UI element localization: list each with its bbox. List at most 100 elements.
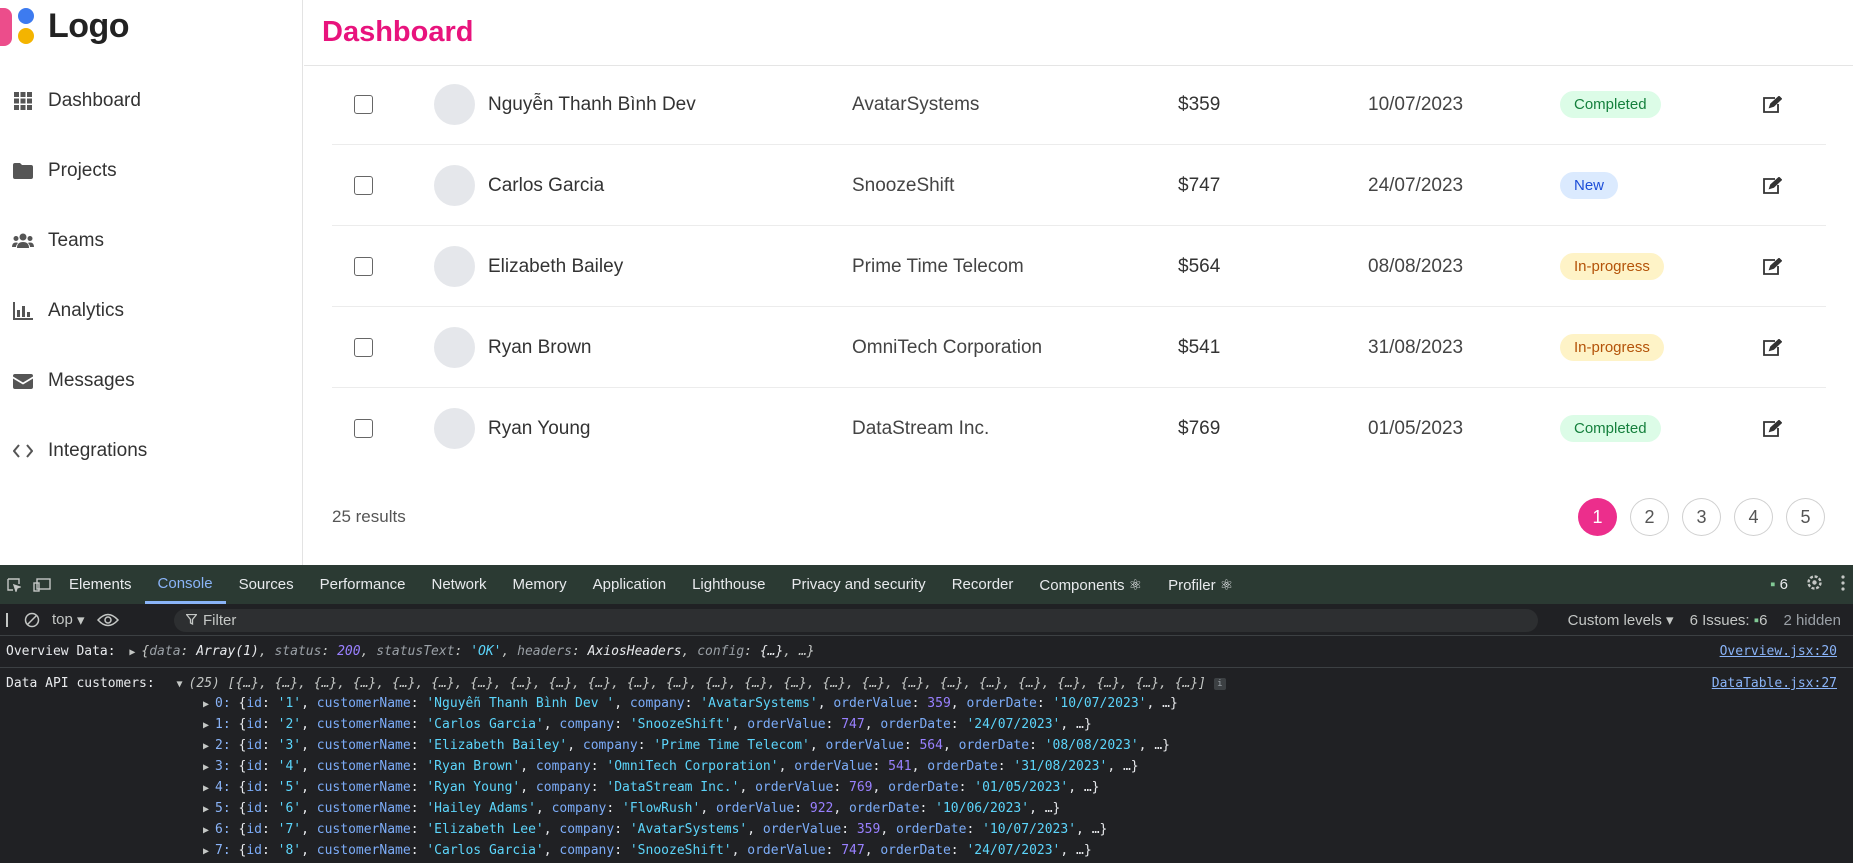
sidebar-item-analytics[interactable]: Analytics [0, 276, 300, 346]
page-button-1[interactable]: 1 [1578, 498, 1617, 536]
code-icon [12, 441, 34, 461]
array-entry[interactable]: ▶ 5: {id: '6', customerName: 'Hailey Adam… [6, 799, 1847, 820]
devtools-tab-application[interactable]: Application [580, 565, 679, 604]
context-selector[interactable]: top ▾ [46, 604, 91, 636]
order-date: 10/07/2023 [1368, 93, 1464, 115]
company-name: DataStream Inc. [852, 417, 990, 439]
devtools-tab-privacy[interactable]: Privacy and security [778, 565, 938, 604]
row-checkbox[interactable] [354, 388, 373, 469]
users-icon [12, 231, 34, 251]
page-button-2[interactable]: 2 [1630, 498, 1669, 536]
logo[interactable]: Logo [0, 6, 130, 46]
array-entries: ▶ 0: {id: '1', customerName: 'Nguyễn Than… [6, 694, 1847, 862]
row-checkbox[interactable] [354, 226, 373, 307]
console-output: Overview Data: ▶ {data: Array(1), status:… [0, 636, 1853, 863]
edit-icon[interactable] [1762, 64, 1782, 145]
expand-toggle-icon[interactable]: ▶ [203, 842, 215, 862]
devtools-tab-memory[interactable]: Memory [500, 565, 580, 604]
avatar [434, 64, 475, 145]
log-label: Overview Data: [6, 644, 116, 659]
live-expression-eye-icon[interactable] [91, 604, 125, 636]
console-log-entry: Data API customers: ▼ (25) [{…}, {…}, {…}… [0, 668, 1853, 863]
main-content: Dashboard Nguyễn Thanh Bình Dev AvatarSy… [304, 0, 1853, 565]
edit-icon[interactable] [1762, 388, 1782, 469]
devtools-tab-sources[interactable]: Sources [226, 565, 307, 604]
devtools-tab-performance[interactable]: Performance [307, 565, 419, 604]
table-row: Elizabeth Bailey Prime Time Telecom $564… [332, 226, 1826, 307]
sidebar-toggle-icon[interactable] [0, 604, 18, 636]
devtools-tab-profiler[interactable]: Profiler ⚛ [1155, 565, 1246, 604]
expand-toggle-icon[interactable]: ▶ [203, 821, 215, 841]
avatar [434, 307, 475, 388]
log-source-link[interactable]: DataTable.jsx:27 [1712, 674, 1837, 693]
avatar [434, 145, 475, 226]
order-date: 01/05/2023 [1368, 417, 1464, 439]
messages-counter[interactable]: ▪ 6 [1770, 576, 1788, 593]
envelope-icon [12, 371, 34, 391]
array-entry[interactable]: ▶ 3: {id: '4', customerName: 'Ryan Brown'… [6, 757, 1847, 778]
edit-icon[interactable] [1762, 307, 1782, 388]
array-summary: (25) [{…}, {…}, {…}, {…}, {…}, {…}, {…},… [188, 676, 1207, 691]
sidebar-item-label: Dashboard [48, 90, 141, 111]
customer-name: Nguyễn Thanh Bình Dev [488, 93, 696, 115]
array-entry[interactable]: ▶ 2: {id: '3', customerName: 'Elizabeth B… [6, 736, 1847, 757]
sidebar-item-projects[interactable]: Projects [0, 136, 300, 206]
array-entry[interactable]: ▶ 0: {id: '1', customerName: 'Nguyễn Than… [6, 694, 1847, 715]
console-filter-input[interactable]: Filter [174, 609, 1538, 632]
log-levels-dropdown[interactable]: Custom levels ▾ [1568, 611, 1674, 629]
array-entry[interactable]: ▶ 6: {id: '7', customerName: 'Elizabeth L… [6, 820, 1847, 841]
sidebar-item-label: Projects [48, 160, 117, 181]
expand-toggle-icon[interactable]: ▶ [129, 643, 141, 662]
console-toolbar-right: Custom levels ▾ 6 Issues: ▪6 2 hidden [1568, 604, 1853, 636]
log-source-link[interactable]: Overview.jsx:20 [1720, 642, 1837, 661]
expand-toggle-icon[interactable]: ▶ [203, 737, 215, 757]
inspect-element-icon[interactable] [0, 565, 28, 604]
messages-count: 6 [1779, 576, 1788, 593]
array-entry[interactable]: ▶ 1: {id: '2', customerName: 'Carlos Garc… [6, 715, 1847, 736]
expand-toggle-icon[interactable]: ▶ [203, 695, 215, 715]
expand-toggle-icon[interactable]: ▶ [203, 758, 215, 778]
status-badge: In-progress [1560, 334, 1664, 361]
edit-icon[interactable] [1762, 145, 1782, 226]
page-button-4[interactable]: 4 [1734, 498, 1773, 536]
avatar [434, 388, 475, 469]
collapse-toggle-icon[interactable]: ▼ [177, 675, 189, 694]
page-button-5[interactable]: 5 [1786, 498, 1825, 536]
array-entry[interactable]: ▶ 4: {id: '5', customerName: 'Ryan Young'… [6, 778, 1847, 799]
edit-icon[interactable] [1762, 226, 1782, 307]
issues-button[interactable]: 6 Issues: ▪6 [1690, 612, 1768, 629]
expand-toggle-icon[interactable]: ▶ [203, 800, 215, 820]
devtools-tab-components[interactable]: Components ⚛ [1026, 565, 1155, 604]
customer-name: Carlos Garcia [488, 174, 605, 196]
table-row: Ryan Brown OmniTech Corporation $541 31/… [332, 307, 1826, 388]
grid-icon [12, 91, 34, 111]
sidebar-item-dashboard[interactable]: Dashboard [0, 66, 300, 136]
expand-toggle-icon[interactable]: ▶ [203, 779, 215, 799]
row-checkbox[interactable] [354, 145, 373, 226]
page-button-3[interactable]: 3 [1682, 498, 1721, 536]
sidebar-item-label: Analytics [48, 300, 125, 321]
more-options-icon[interactable] [1841, 574, 1845, 595]
devtools-tab-lighthouse[interactable]: Lighthouse [679, 565, 778, 604]
console-toolbar: top ▾ Filter Custom levels ▾ 6 Issues: ▪… [0, 604, 1853, 636]
sidebar-item-messages[interactable]: Messages [0, 346, 300, 416]
clear-console-icon[interactable] [18, 604, 46, 636]
array-entry[interactable]: ▶ 7: {id: '8', customerName: 'Carlos Garc… [6, 841, 1847, 862]
devtools-tab-console[interactable]: Console [144, 565, 226, 604]
sidebar-item-integrations[interactable]: Integrations [0, 416, 300, 486]
table-row: Carlos Garcia SnoozeShift $747 24/07/202… [332, 145, 1826, 226]
customers-table: Nguyễn Thanh Bình Dev AvatarSystems $359… [332, 64, 1826, 469]
devtools-tab-network[interactable]: Network [418, 565, 499, 604]
status-badge: New [1560, 172, 1619, 199]
device-toolbar-icon[interactable] [28, 565, 56, 604]
order-date: 24/07/2023 [1368, 174, 1464, 196]
folder-icon [12, 161, 34, 181]
avatar [434, 226, 475, 307]
devtools-tab-recorder[interactable]: Recorder [939, 565, 1027, 604]
devtools-tab-elements[interactable]: Elements [56, 565, 145, 604]
sidebar-item-teams[interactable]: Teams [0, 206, 300, 276]
expand-toggle-icon[interactable]: ▶ [203, 716, 215, 736]
settings-gear-icon[interactable] [1806, 574, 1823, 595]
row-checkbox[interactable] [354, 307, 373, 388]
row-checkbox[interactable] [354, 64, 373, 145]
